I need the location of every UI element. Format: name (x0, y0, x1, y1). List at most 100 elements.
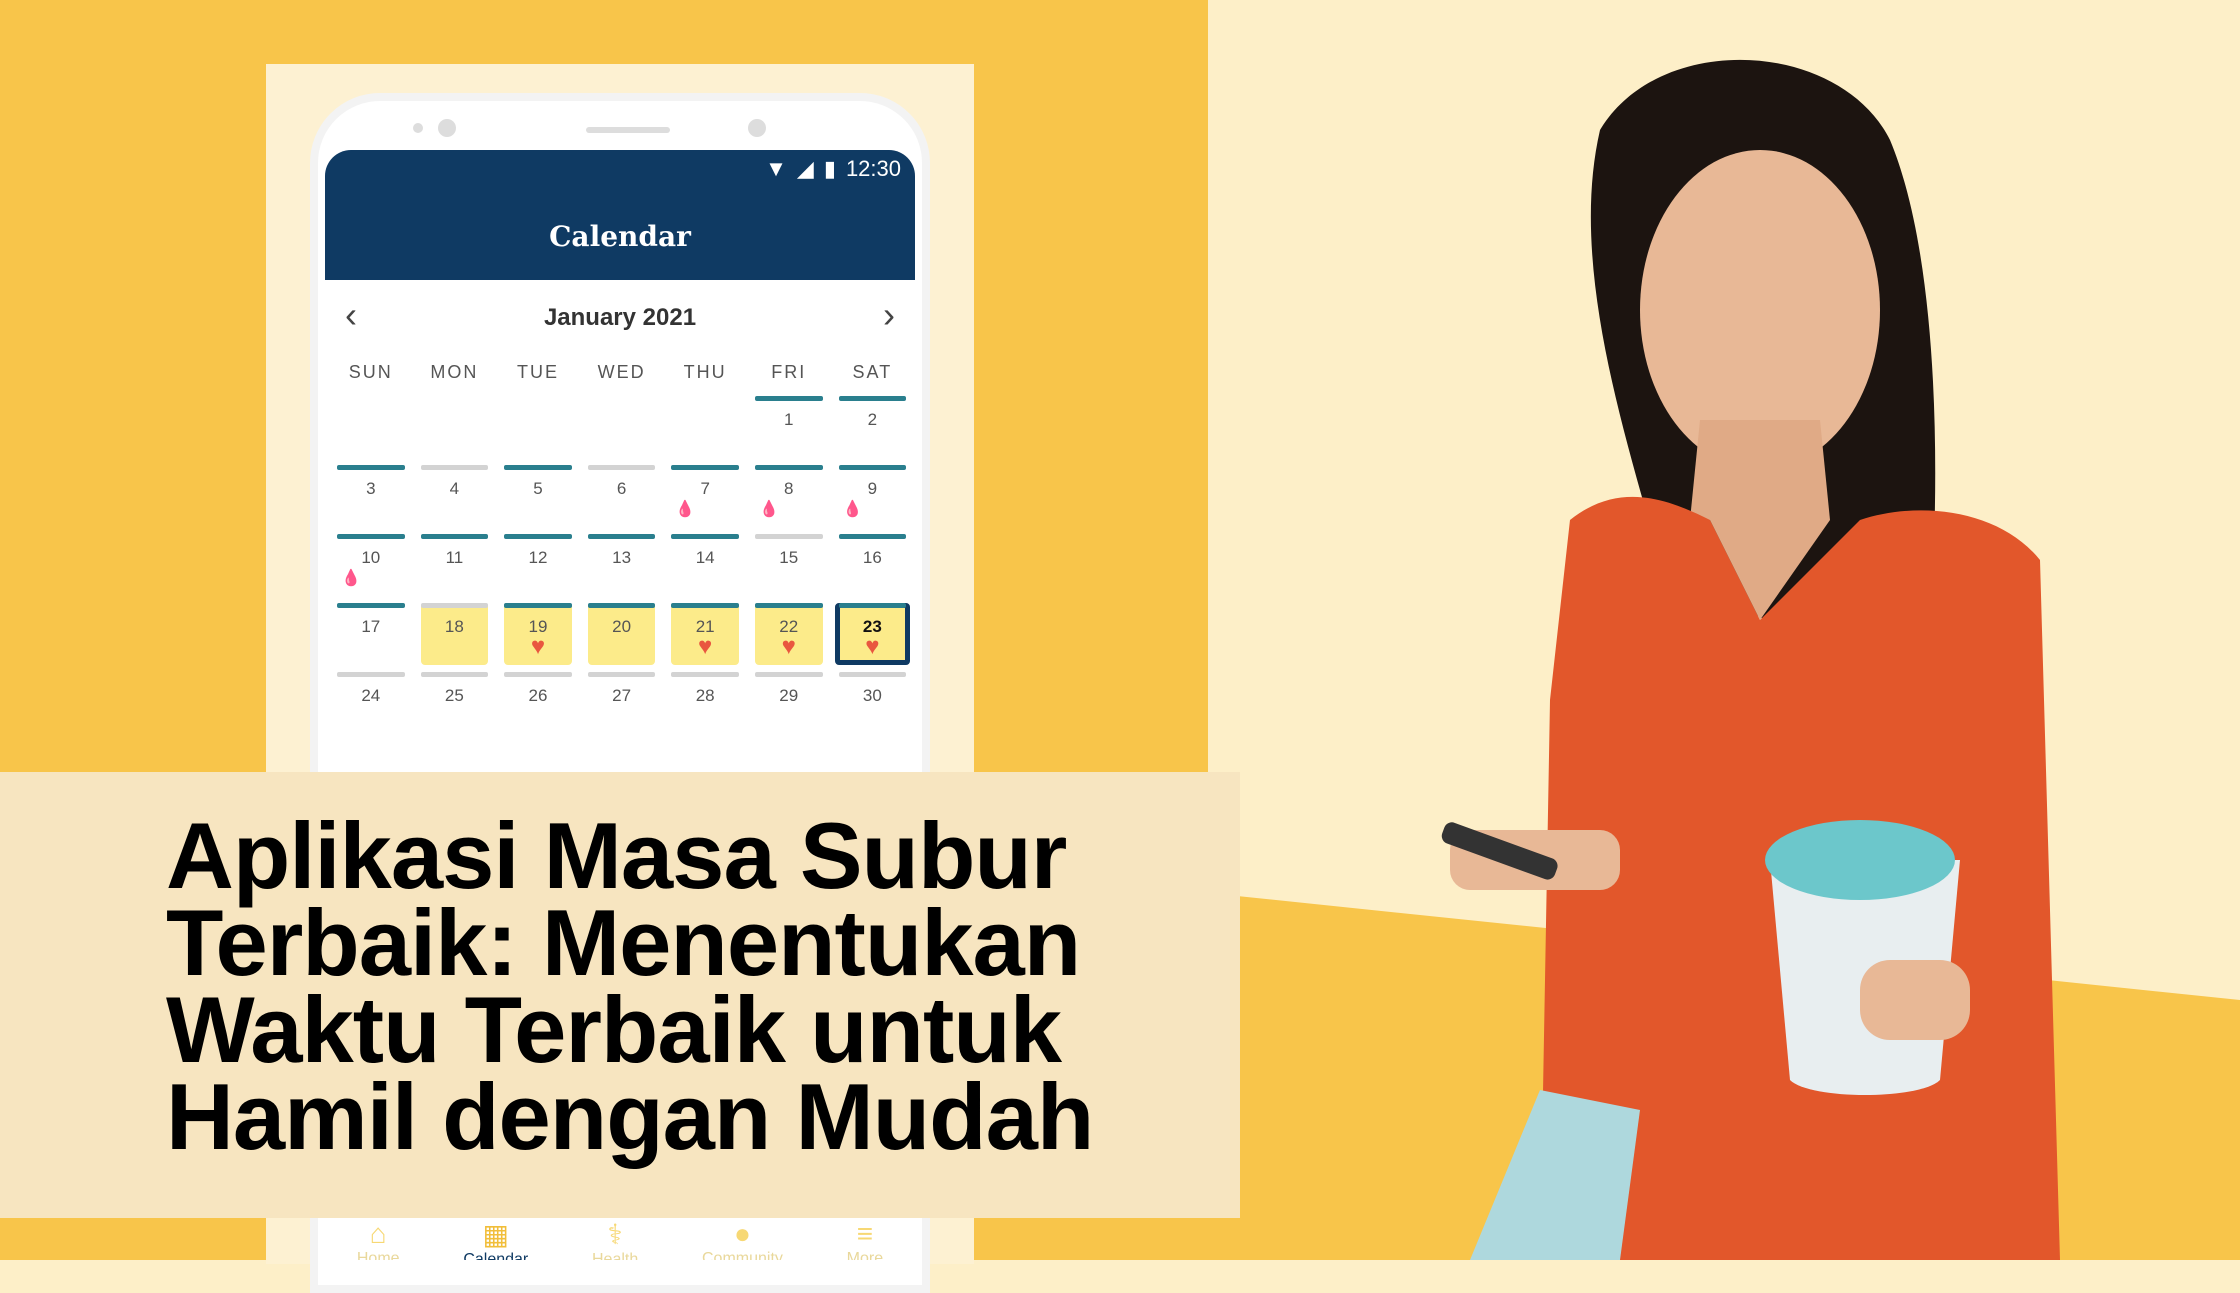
nav-tab-community[interactable]: ● Community (702, 1218, 783, 1260)
weekday-label: WED (597, 361, 646, 382)
heart-icon: ♥ (530, 633, 546, 660)
empty-day (496, 396, 580, 465)
calendar-day[interactable]: 1 (747, 396, 831, 465)
chevron-right-icon[interactable]: › (883, 294, 895, 336)
calendar-day[interactable]: 13 (580, 534, 664, 603)
cycle-bar (671, 465, 739, 470)
day-number: 26 (528, 686, 548, 705)
headline-box: Aplikasi Masa Subur Terbaik: Menentukan … (0, 772, 1240, 1218)
calendar-day[interactable]: 11 (413, 534, 497, 603)
nav-tab-label: Calendar (463, 1251, 529, 1260)
calendar-day[interactable]: 18 (413, 603, 497, 672)
weekday-label: TUE (516, 361, 559, 382)
cycle-bar (504, 465, 572, 470)
battery-icon: ▮ (823, 156, 836, 181)
woman-photo (1441, 59, 2060, 1260)
calendar-day[interactable]: 5 (496, 465, 580, 534)
calendar-day[interactable]: 28 (663, 672, 747, 741)
camera-icon (438, 119, 456, 137)
heart-icon: ♥ (781, 633, 796, 660)
cycle-bar (838, 603, 907, 608)
empty-day (663, 396, 747, 465)
calendar-day[interactable]: 4 (413, 465, 497, 534)
calendar-day[interactable]: 22 ♥ (747, 603, 831, 672)
calendar-day[interactable]: 14 (663, 534, 747, 603)
cycle-bar (587, 603, 656, 608)
calendar-day[interactable]: 2 (831, 396, 915, 465)
nav-tab-label: More (846, 1250, 884, 1260)
wifi-icon: ▼ (765, 156, 787, 181)
calendar-grid: 1 2 3 4 5 6 7 💧 8 💧 9 💧 10 💧 11 12 13 14 15 16 17 18 19 ♥ 20 21 ♥ 2… (329, 396, 915, 741)
day-number: 6 (616, 479, 627, 498)
nav-tab-label: Home (356, 1250, 400, 1260)
calendar-day[interactable]: 24 (329, 672, 413, 741)
headline-line: Terbaik: Menentukan (166, 890, 1081, 995)
day-number: 1 (784, 410, 794, 429)
period-drop-icon: 💧 (758, 501, 779, 518)
month-label: January 2021 (543, 304, 697, 331)
headline-line: Waktu Terbaik untuk (166, 977, 1062, 1082)
calendar-day[interactable]: 21 ♥ (663, 603, 747, 672)
weekday-label: SAT (852, 361, 893, 382)
calendar-day[interactable]: 20 (580, 603, 664, 672)
cycle-bar (754, 396, 823, 401)
nav-tab-calendar[interactable]: ▦ Calendar (463, 1218, 528, 1260)
cycle-bar (587, 465, 656, 470)
calendar-day[interactable]: 23 ♥ (831, 603, 915, 672)
calendar-icon: ▦ (482, 1219, 510, 1250)
cycle-bar (504, 534, 572, 539)
month-navigation: ‹ January 2021 › (325, 280, 915, 354)
nav-tab-home[interactable]: ⌂ Home (357, 1218, 400, 1260)
stethoscope-icon: ⚕ (607, 1219, 623, 1250)
period-drop-icon: 💧 (675, 501, 696, 518)
app-bar: ▼ ◢ ▮ 12:30 Calendar (325, 150, 915, 280)
day-number: 14 (695, 548, 715, 567)
calendar-day[interactable]: 29 (747, 672, 831, 741)
day-number: 16 (862, 548, 882, 567)
cycle-bar (420, 672, 489, 677)
day-number: 28 (695, 686, 715, 705)
calendar-day[interactable]: 16 (831, 534, 915, 603)
day-number: 5 (533, 479, 543, 498)
cycle-bar (337, 672, 405, 677)
cycle-bar (671, 534, 739, 539)
day-number: 15 (779, 548, 799, 567)
calendar-day[interactable]: 26 (496, 672, 580, 741)
calendar-day[interactable]: 17 (329, 603, 413, 672)
calendar-day[interactable]: 15 (747, 534, 831, 603)
chat-icon: ● (733, 1218, 751, 1249)
calendar-day[interactable]: 12 (496, 534, 580, 603)
nav-tab-more[interactable]: ≡ More (847, 1218, 883, 1260)
cycle-bar (754, 672, 823, 677)
cycle-bar (587, 672, 656, 677)
calendar-day[interactable]: 9 💧 (831, 465, 915, 534)
day-number: 12 (528, 548, 548, 567)
cycle-bar (587, 534, 656, 539)
weekday-label: FRI (771, 361, 807, 382)
day-number: 18 (444, 617, 464, 636)
speaker-grille (586, 127, 670, 133)
calendar-day[interactable]: 27 (580, 672, 664, 741)
heart-icon: ♥ (698, 633, 713, 660)
calendar-day[interactable]: 8 💧 (747, 465, 831, 534)
day-number: 8 (784, 479, 794, 498)
calendar-day[interactable]: 25 (413, 672, 497, 741)
day-number: 10 (361, 548, 381, 567)
nav-tab-label: Health (592, 1251, 639, 1260)
day-number: 9 (867, 479, 878, 498)
weekday-header: SUN MON TUE WED THU FRI SAT (329, 354, 915, 390)
front-camera-icon (748, 119, 766, 137)
calendar-day[interactable]: 6 (580, 465, 664, 534)
cycle-bar (838, 534, 907, 539)
app-title: Calendar (549, 220, 691, 253)
calendar-day[interactable]: 7 💧 (663, 465, 747, 534)
day-number: 13 (612, 548, 632, 567)
calendar-day[interactable]: 30 (831, 672, 915, 741)
cycle-bar (420, 534, 489, 539)
signal-icon: ◢ (796, 156, 814, 181)
calendar-day[interactable]: 10 💧 (329, 534, 413, 603)
calendar-day[interactable]: 3 (329, 465, 413, 534)
nav-tab-health[interactable]: ⚕ Health (592, 1218, 638, 1260)
calendar-day[interactable]: 19 ♥ (496, 603, 580, 672)
day-number: 25 (444, 686, 464, 705)
